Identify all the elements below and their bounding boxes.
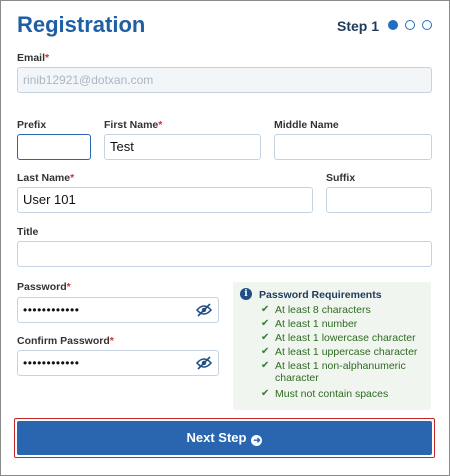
confirm-password-label: Confirm Password* (17, 335, 114, 347)
prefix-field[interactable] (17, 134, 91, 160)
suffix-label: Suffix (326, 172, 356, 184)
check-icon: ✔ (261, 360, 270, 371)
first-name-field[interactable]: Test (104, 134, 261, 160)
arrow-right-icon: ➜ (251, 435, 263, 446)
step-label: Step 1 (337, 18, 380, 34)
page-title: Registration (17, 12, 146, 37)
requirement-item: ✔ Must not contain spaces (261, 388, 389, 400)
suffix-field[interactable] (326, 187, 432, 213)
middle-name-field[interactable] (274, 134, 432, 160)
email-label: Email* (17, 52, 50, 64)
requirement-item: ✔ At least 1 lowercase character (261, 332, 416, 344)
hide-password-icon[interactable] (196, 303, 212, 317)
email-field[interactable]: rinib12921@dotxan.com (17, 67, 432, 93)
step-indicator-3 (422, 20, 432, 30)
check-icon: ✔ (261, 332, 270, 343)
first-name-label: First Name* (104, 119, 163, 131)
hide-password-icon[interactable] (196, 356, 212, 370)
requirement-item: ✔ At least 1 number (261, 318, 358, 330)
step-indicator-1 (388, 20, 398, 30)
password-field[interactable]: •••••••••••• (17, 297, 219, 323)
check-icon: ✔ (261, 318, 270, 329)
confirm-password-field[interactable]: •••••••••••• (17, 350, 219, 376)
requirement-item: ✔ At least 1 non-alphanumeric character (261, 360, 406, 384)
requirements-title: Password Requirements (259, 289, 382, 301)
next-step-button[interactable]: Next Step ➜ (17, 421, 432, 455)
requirement-item: ✔ At least 1 uppercase character (261, 346, 418, 358)
password-label: Password* (17, 281, 71, 293)
step-indicator-2 (405, 20, 415, 30)
registration-panel: Registration Step 1 Email* rinib12921@do… (0, 0, 450, 476)
check-icon: ✔ (261, 304, 270, 315)
info-icon: i (240, 288, 252, 300)
check-icon: ✔ (261, 388, 270, 399)
password-requirements-panel: i Password Requirements ✔ At least 8 char… (233, 282, 431, 410)
prefix-label: Prefix (17, 119, 47, 131)
check-icon: ✔ (261, 346, 270, 357)
last-name-label: Last Name* (17, 172, 75, 184)
requirement-item: ✔ At least 8 characters (261, 304, 371, 316)
title-field[interactable] (17, 241, 432, 267)
last-name-field[interactable]: User 101 (17, 187, 313, 213)
title-label: Title (17, 226, 39, 238)
middle-name-label: Middle Name (274, 119, 339, 131)
